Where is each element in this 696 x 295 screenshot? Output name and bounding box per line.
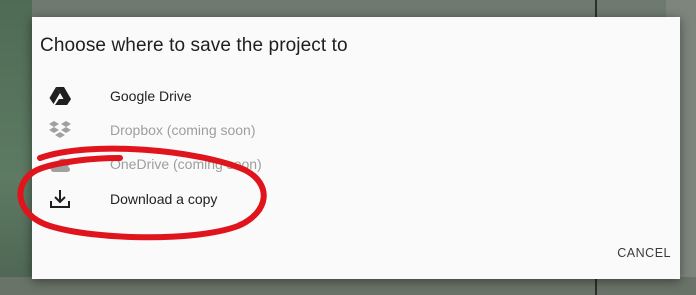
cancel-button[interactable]: CANCEL: [617, 246, 671, 260]
dialog-title: Choose where to save the project to: [40, 35, 348, 56]
save-location-dialog: Choose where to save the project to Goog…: [32, 17, 680, 279]
google-drive-icon: [48, 85, 72, 107]
app-background: Choose where to save the project to Goog…: [0, 0, 696, 295]
option-label-dropbox: Dropbox (coming soon): [110, 122, 256, 138]
download-icon: [48, 188, 72, 210]
dropbox-icon: [48, 119, 72, 141]
option-download-copy[interactable]: Download a copy: [32, 184, 680, 214]
background-bottom-strip: [0, 277, 696, 295]
option-label-onedrive: OneDrive (coming soon): [110, 156, 262, 172]
background-left-panel: [0, 0, 32, 295]
onedrive-icon: [48, 153, 72, 175]
option-label-download-copy: Download a copy: [110, 191, 218, 207]
option-onedrive[interactable]: OneDrive (coming soon): [32, 149, 680, 179]
option-google-drive[interactable]: Google Drive: [32, 81, 680, 111]
option-dropbox[interactable]: Dropbox (coming soon): [32, 115, 680, 145]
option-label-google-drive: Google Drive: [110, 88, 192, 104]
